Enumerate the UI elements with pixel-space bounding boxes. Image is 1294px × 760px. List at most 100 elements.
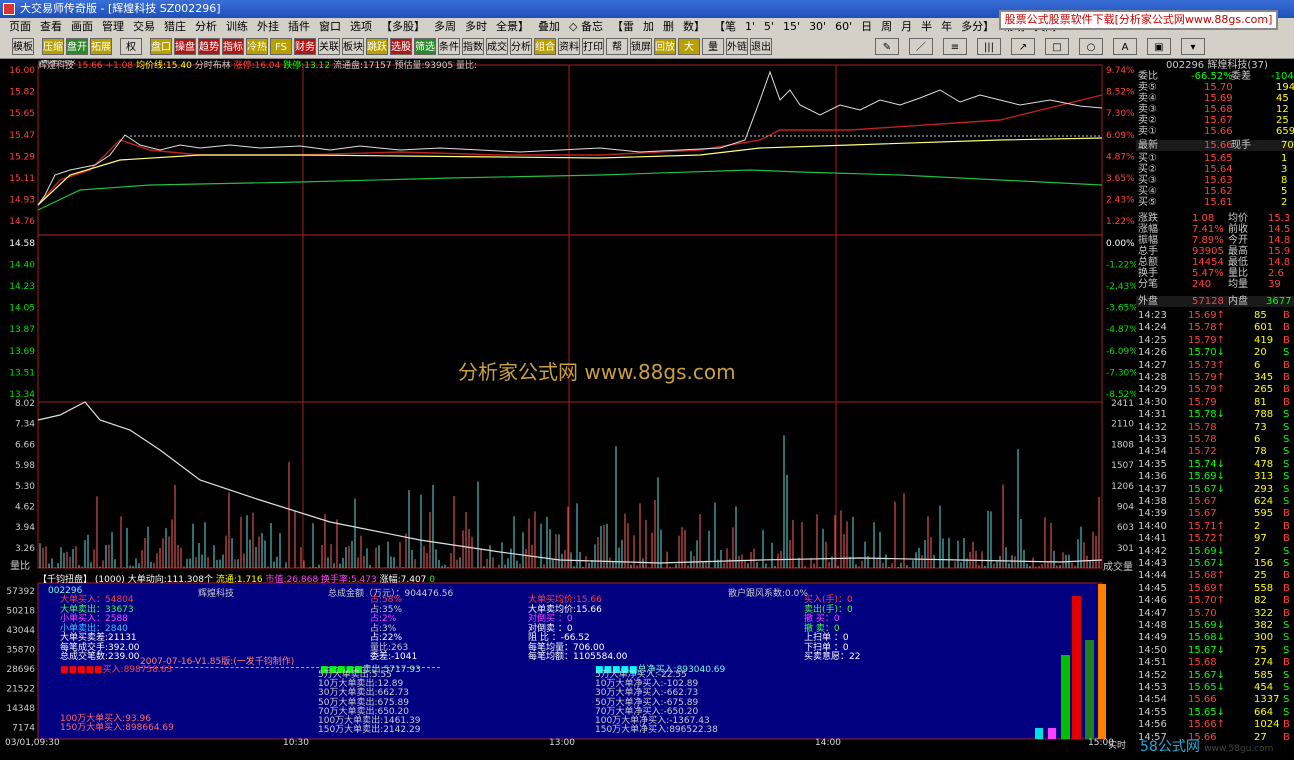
vol-ratio: 量比: xyxy=(456,61,478,71)
menu-item-11[interactable]: 选项 xyxy=(350,18,372,35)
menu-item-27[interactable]: 60' xyxy=(835,18,852,35)
menu-item-24[interactable]: 5' xyxy=(764,18,774,35)
quote-row: 总额 14454 最低 14.8 xyxy=(1138,257,1291,268)
bars-icon[interactable]: ||| xyxy=(977,38,1001,55)
menu-item-5[interactable]: 猎庄 xyxy=(164,18,186,35)
menu-item-8[interactable]: 外挂 xyxy=(257,18,279,35)
line-icon[interactable]: ／ xyxy=(909,38,933,55)
menu-item-4[interactable]: 交易 xyxy=(133,18,155,35)
toolbar-button-28[interactable]: 量 xyxy=(702,38,724,55)
menu-item-25[interactable]: 15' xyxy=(783,18,800,35)
menu-item-10[interactable]: 窗口 xyxy=(319,18,341,35)
stock-name: 辉煌科技 xyxy=(38,61,75,71)
toolbar-button-24[interactable]: 帮 xyxy=(606,38,628,55)
text-icon[interactable]: A xyxy=(1113,38,1137,55)
menu-item-16[interactable]: 叠加 xyxy=(538,18,560,35)
ad-banner[interactable]: 股票公式股票软件下载[分析家公式网www.88gs.com] xyxy=(999,10,1278,30)
avg-label: 均价线:15.40 xyxy=(136,61,192,71)
menu-item-0[interactable]: 页面 xyxy=(9,18,31,35)
menu-item-15[interactable]: 全景】 xyxy=(496,18,529,35)
menu-item-1[interactable]: 查看 xyxy=(40,18,62,35)
menu-item-28[interactable]: 日 xyxy=(861,18,872,35)
toolbar-button-30[interactable]: 退出 xyxy=(750,38,772,55)
circle-icon[interactable]: ○ xyxy=(1079,38,1103,55)
mode-label: 分时布林 xyxy=(194,61,231,71)
toolbar-button-18[interactable]: 指数 xyxy=(462,38,484,55)
quote-row: 14:26 15.70↓ 20 S xyxy=(1138,347,1290,359)
menu-item-19[interactable]: 加 xyxy=(643,18,654,35)
toolbar-button-27[interactable]: 大 xyxy=(678,38,700,55)
menu-item-14[interactable]: 多时 xyxy=(465,18,487,35)
toolbar-button-5[interactable]: 盘口 xyxy=(150,38,172,55)
vol-tick: 301 xyxy=(1117,544,1134,554)
quote-row: 14:37 15.67↓ 293 S xyxy=(1138,483,1290,495)
quote-row: 14:24 15.78↑ 601 B xyxy=(1138,322,1290,334)
menu-item-3[interactable]: 管理 xyxy=(102,18,124,35)
est-vol: 预估量:93905 xyxy=(394,61,454,71)
toolbar-button-12[interactable]: 关联 xyxy=(318,38,340,55)
menu-item-20[interactable]: 删 xyxy=(663,18,674,35)
menu-item-22[interactable]: 【笔 xyxy=(714,18,736,35)
toolbar-button-10[interactable]: FS xyxy=(270,38,292,55)
toolbar-button-29[interactable]: 外链 xyxy=(726,38,748,55)
menu-item-29[interactable]: 周 xyxy=(881,18,892,35)
bp-axis-tick: 28696 xyxy=(6,665,35,675)
toolbar-button-1[interactable]: 压缩 xyxy=(42,38,64,55)
toolbar-button-26[interactable]: 回放 xyxy=(654,38,676,55)
toolbar-button-21[interactable]: 组合 xyxy=(534,38,556,55)
volume-pane-frame xyxy=(37,401,1103,569)
menu-item-18[interactable]: 【雷 xyxy=(612,18,634,35)
quote-row: 14:47 15.70 322 B xyxy=(1138,607,1290,619)
toolbar: 模板 压缩 盘开 拓展权盘口 操盘 趋势 指标 冷热 FS 财务 关联 板块 跳跃 选股 筛选 条件 指数 成交分… xyxy=(0,35,1294,59)
quote-row: 14:28 15.79↑ 345 B xyxy=(1138,372,1290,383)
vol-tick: 904 xyxy=(1117,503,1134,513)
menu-item-9[interactable]: 插件 xyxy=(288,18,310,35)
menu-item-12[interactable]: 【多股】 xyxy=(381,18,425,35)
toolbar-button-19[interactable]: 成交 xyxy=(486,38,508,55)
toolbar-button-2[interactable]: 盘开 xyxy=(66,38,88,55)
menu-item-13[interactable]: 多周 xyxy=(434,18,456,35)
toolbar-button-16[interactable]: 筛选 xyxy=(414,38,436,55)
vol-tick: 2110 xyxy=(1111,420,1134,430)
toolbar-button-14[interactable]: 跳跃 xyxy=(366,38,388,55)
menu-item-26[interactable]: 30' xyxy=(809,18,826,35)
quote-row: 002296 辉煌科技(37) xyxy=(1166,60,1268,71)
toolbar-button-3[interactable]: 拓展 xyxy=(90,38,112,55)
toolbar-button-6[interactable]: 操盘 xyxy=(174,38,196,55)
menu-item-17[interactable]: ◇ 备忘 xyxy=(569,18,603,35)
menu-item-7[interactable]: 训练 xyxy=(226,18,248,35)
fib-icon[interactable]: ≡ xyxy=(943,38,967,55)
toolbar-button-20[interactable]: 分析 xyxy=(510,38,532,55)
pen-icon[interactable]: ✎ xyxy=(875,38,899,55)
menu-item-30[interactable]: 月 xyxy=(901,18,912,35)
toolbar-button-9[interactable]: 冷热 xyxy=(246,38,268,55)
toolbar-button-7[interactable]: 趋势 xyxy=(198,38,220,55)
save-icon[interactable]: ▣ xyxy=(1147,38,1171,55)
price-tick: 13.51 xyxy=(9,368,35,378)
menu-item-33[interactable]: 多分】 xyxy=(961,18,994,35)
volume-label: 成交量 xyxy=(1103,562,1133,573)
quote-row: 14:27 15.73↑ 6 B xyxy=(1138,359,1290,371)
toolbar-button-23[interactable]: 打印 xyxy=(582,38,604,55)
toolbar-button-0[interactable]: 模板 xyxy=(12,38,34,55)
menu-item-6[interactable]: 分析 xyxy=(195,18,217,35)
toolbar-button-11[interactable]: 财务 xyxy=(294,38,316,55)
menu-item-2[interactable]: 画面 xyxy=(71,18,93,35)
toolbar-button-17[interactable]: 条件 xyxy=(438,38,460,55)
quote-row: 换手 5.47% 量比 2.6 xyxy=(1138,268,1284,279)
arrow-icon[interactable]: ↗ xyxy=(1011,38,1035,55)
toolbar-button-4[interactable]: 权 xyxy=(120,38,142,55)
toolbar-button-8[interactable]: 指标 xyxy=(222,38,244,55)
toolbar-button-25[interactable]: 锁屏 xyxy=(630,38,652,55)
menu-item-31[interactable]: 半 xyxy=(921,18,932,35)
toolbar-button-22[interactable]: 资料 xyxy=(558,38,580,55)
dropdown-icon[interactable]: ▾ xyxy=(1181,38,1205,55)
rect-icon[interactable]: □ xyxy=(1045,38,1069,55)
price-tick: 13.69 xyxy=(9,347,35,357)
toolbar-button-13[interactable]: 板块 xyxy=(342,38,364,55)
menu-item-21[interactable]: 数】 xyxy=(683,18,705,35)
volume-axis: 8.02 7.34 6.66 5.98 5.30 4.62 3.94 3.26 2411 2110… xyxy=(15,399,1134,554)
menu-item-23[interactable]: 1' xyxy=(745,18,755,35)
toolbar-button-15[interactable]: 选股 xyxy=(390,38,412,55)
menu-item-32[interactable]: 年 xyxy=(941,18,952,35)
